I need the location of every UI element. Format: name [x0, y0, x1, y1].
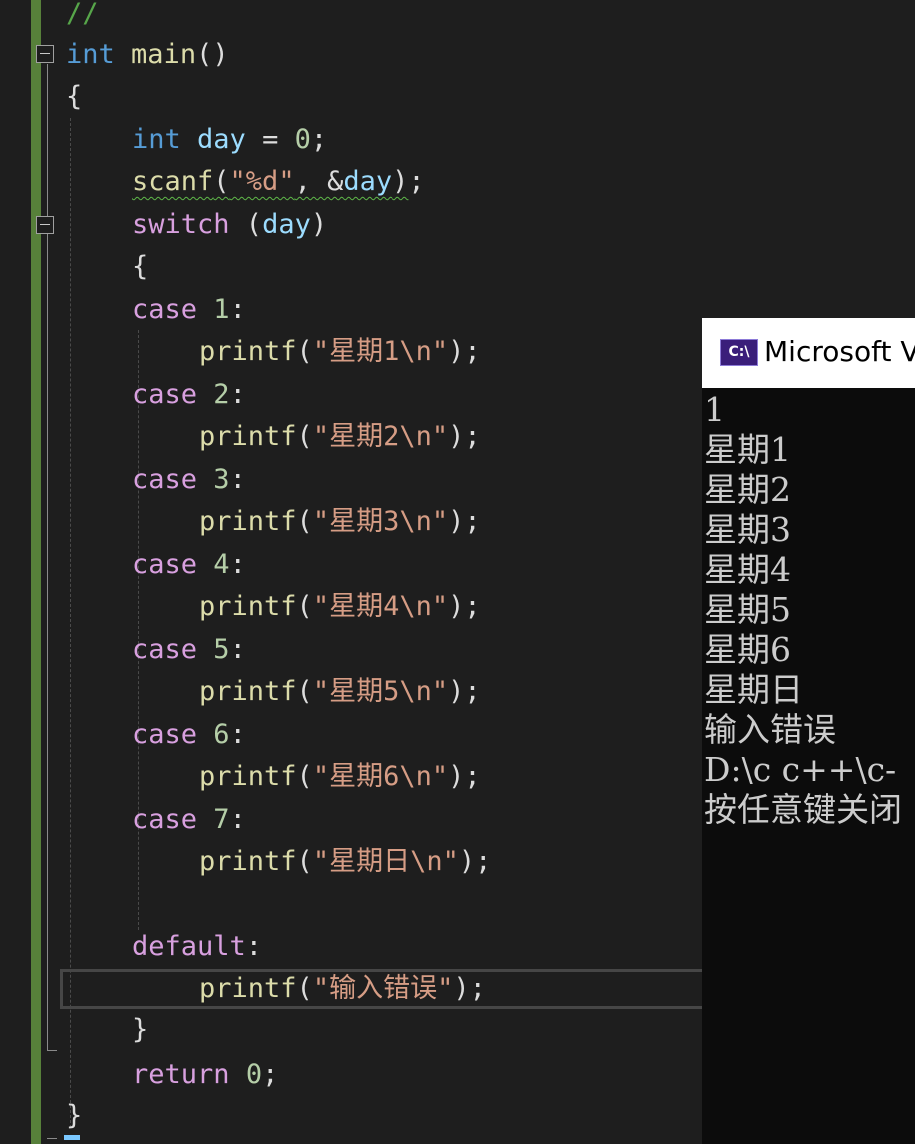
code-line-day-decl: int day = 0; — [132, 124, 328, 155]
code-line-main-close: } — [66, 1100, 83, 1131]
collapse-switch-icon[interactable] — [36, 216, 54, 234]
code-line-case-2: case 2: — [132, 379, 246, 410]
console-output: 1 星期1 星期2 星期3 星期4 星期5 星期6 星期日 输入错误 D:\c … — [704, 390, 915, 830]
code-line-switch-brace: { — [132, 251, 149, 282]
code-line-case-7: case 7: — [132, 804, 246, 835]
console-line: D:\c c++\c- — [704, 750, 897, 789]
code-line-switch: switch (day) — [132, 209, 328, 240]
console-line: 输入错误 — [704, 710, 836, 749]
code-line-comment: // — [66, 0, 99, 29]
code-line-case-4: case 4: — [132, 549, 246, 580]
text-caret — [64, 1135, 80, 1140]
fold-end-switch — [47, 1050, 57, 1051]
console-line: 星期2 — [704, 470, 791, 509]
console-line: 按任意键关闭 — [704, 790, 902, 829]
console-title-bar[interactable]: C:\ Microsoft V — [702, 318, 915, 388]
code-line-printf-3: printf("星期3\n"); — [199, 506, 481, 537]
console-title: Microsoft V — [764, 335, 915, 368]
code-line-printf-7: printf("星期日\n"); — [199, 846, 492, 877]
console-line: 星期1 — [704, 430, 791, 469]
fold-end-main — [47, 1138, 57, 1139]
console-line: 星期日 — [704, 670, 803, 709]
console-line: 星期6 — [704, 630, 791, 669]
code-line-printf-5: printf("星期5\n"); — [199, 676, 481, 707]
code-line-printf-1: printf("星期1\n"); — [199, 336, 481, 367]
console-line: 星期3 — [704, 510, 791, 549]
change-tracking-bar — [31, 0, 41, 1144]
collapse-main-icon[interactable] — [36, 45, 54, 63]
code-line-return: return 0; — [132, 1059, 279, 1090]
console-line: 1 — [704, 390, 725, 429]
console-line: 星期4 — [704, 550, 791, 589]
code-line-case-6: case 6: — [132, 719, 246, 750]
code-line-main: int main() — [66, 39, 229, 70]
console-line: 星期5 — [704, 590, 791, 629]
code-line-printf-2: printf("星期2\n"); — [199, 421, 481, 452]
code-line-open-brace: { — [66, 81, 83, 112]
editor-margin — [0, 0, 30, 1144]
code-line-printf-default: printf("输入错误"); — [199, 973, 486, 1004]
fold-line-main — [47, 64, 48, 1050]
code-line-printf-6: printf("星期6\n"); — [199, 761, 481, 792]
console-window[interactable]: C:\ Microsoft V 1 星期1 星期2 星期3 星期4 星期5 星期… — [702, 318, 915, 1144]
code-line-switch-close: } — [132, 1014, 149, 1045]
code-line-default: default: — [132, 931, 263, 962]
console-app-icon: C:\ — [720, 339, 758, 366]
code-line-case-3: case 3: — [132, 464, 246, 495]
code-line-case-1: case 1: — [132, 294, 246, 325]
code-line-scanf: scanf("%d", &day); — [132, 166, 425, 197]
code-line-case-5: case 5: — [132, 634, 246, 665]
code-line-printf-4: printf("星期4\n"); — [199, 591, 481, 622]
